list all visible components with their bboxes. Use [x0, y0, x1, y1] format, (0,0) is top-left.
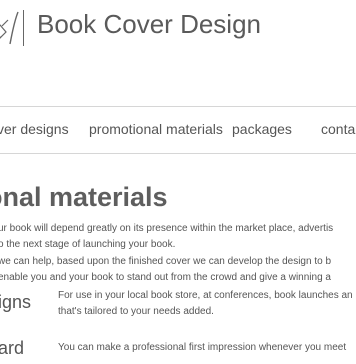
section-heading: onal materials: [0, 182, 168, 213]
intro-line: ur book will depend greatly on its prese…: [0, 223, 334, 234]
nav-item-packages[interactable]: packages: [232, 119, 292, 139]
intro-line: enable you and your book to stand out fr…: [0, 272, 331, 283]
row-text-designs: that's tailored to your needs added.: [58, 306, 214, 317]
site-title[interactable]: Book Cover Design: [37, 8, 261, 40]
intro-line: we can help, based upon the finished cov…: [0, 256, 332, 267]
site-header: Book Cover Design: [0, 0, 356, 58]
logo-divider: [23, 10, 24, 46]
row-label-designs: igns: [0, 292, 32, 312]
row-text-designs: For use in your local book store, at con…: [58, 290, 353, 301]
nav-item-cover-designs[interactable]: ver designs: [0, 119, 69, 139]
row-text-business-card: You can make a professional first impres…: [58, 342, 347, 353]
main-navigation: ver designs promotional materials packag…: [0, 106, 356, 154]
book-logo-icon[interactable]: [0, 8, 22, 48]
intro-line: o the next stage of launching your book.: [0, 239, 176, 250]
nav-item-contact[interactable]: conta: [321, 119, 355, 139]
row-label-business-card: ard: [0, 338, 25, 358]
nav-item-promotional-materials[interactable]: promotional materials: [89, 119, 223, 139]
